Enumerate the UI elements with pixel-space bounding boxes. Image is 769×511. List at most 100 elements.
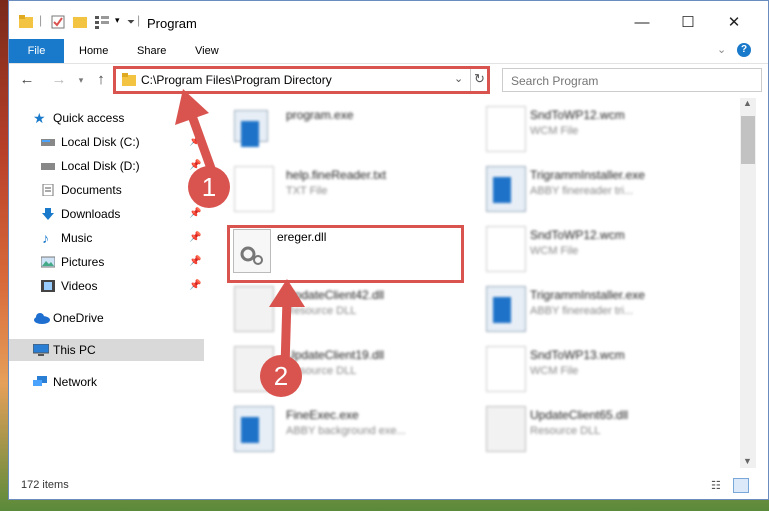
file-type: ABBY finereader tri...: [530, 185, 634, 197]
item-count: 172 items: [21, 479, 69, 491]
nav-item-this-pc[interactable]: This PC: [9, 339, 204, 361]
recent-locations-icon[interactable]: ▾: [71, 70, 91, 90]
forward-button[interactable]: →: [49, 70, 69, 90]
step-badge-1: 1: [188, 166, 230, 208]
nav-label: This PC: [53, 343, 96, 357]
downloads-icon: [42, 208, 54, 220]
nav-item-onedrive[interactable]: OneDrive: [9, 307, 204, 329]
nav-item-network[interactable]: Network: [9, 371, 204, 393]
nav-label: Local Disk (D:): [61, 159, 140, 173]
network-icon: [33, 376, 47, 386]
nav-item-pictures[interactable]: Pictures 📌: [9, 251, 204, 273]
file-type: ABBY background exe...: [286, 425, 406, 437]
maximize-button[interactable]: ☐: [665, 9, 711, 37]
file-item[interactable]: program.exe: [214, 102, 454, 158]
documents-icon: [42, 184, 54, 196]
exe-file-icon: [486, 286, 526, 332]
search-box[interactable]: [502, 68, 762, 92]
file-item[interactable]: FineExec.exe ABBY background exe...: [214, 402, 454, 458]
nav-label: Network: [53, 375, 98, 389]
cloud-icon: [34, 313, 50, 324]
scroll-up-icon[interactable]: ▲: [743, 98, 752, 108]
file-item[interactable]: UpdateClient19.dll Resource DLL: [214, 342, 454, 398]
file-type: TXT File: [286, 185, 328, 197]
wcm-file-icon: [486, 226, 526, 272]
exe-file-icon: [486, 166, 526, 212]
up-button[interactable]: ↑: [91, 70, 111, 90]
minimize-button[interactable]: —: [619, 9, 665, 37]
file-item[interactable]: TrigrammInstaller.exe ABBY finereader tr…: [472, 282, 712, 338]
wcm-file-icon: [486, 106, 526, 152]
help-icon[interactable]: ?: [737, 43, 751, 57]
separator: |: [137, 13, 141, 27]
view-options-icon[interactable]: [95, 15, 111, 29]
scrollbar-thumb[interactable]: [741, 116, 755, 164]
highlight-box-file: [227, 225, 464, 283]
expand-ribbon-icon[interactable]: ⌄: [717, 43, 726, 56]
nav-item-videos[interactable]: Videos 📌: [9, 275, 204, 297]
music-icon: ♪: [42, 230, 49, 246]
file-type: Resource DLL: [530, 425, 601, 437]
nav-label: Documents: [61, 183, 122, 197]
scroll-down-icon[interactable]: ▼: [743, 456, 752, 466]
tab-home[interactable]: Home: [79, 39, 108, 63]
drive-icon: [41, 139, 55, 146]
exe-file-icon: [234, 110, 268, 147]
vertical-scrollbar[interactable]: ▲ ▼: [740, 98, 756, 468]
folder-icon: [19, 15, 33, 28]
file-item[interactable]: TrigrammInstaller.exe ABBY finereader tr…: [472, 162, 712, 218]
file-name: program.exe: [286, 108, 354, 122]
file-item[interactable]: help.fineReader.txt TXT File: [214, 162, 454, 218]
nav-label: Pictures: [61, 255, 105, 269]
window-title: Program: [147, 16, 197, 31]
nav-item-music[interactable]: ♪ Music 📌: [9, 227, 204, 249]
file-type: WCM File: [530, 125, 579, 137]
nav-label: Quick access: [53, 111, 125, 125]
pin-icon[interactable]: 📌: [189, 203, 201, 225]
explorer-window: | ▾ ⏷ | Program — ☐ ✕ File Home Share Vi…: [8, 0, 769, 500]
search-input[interactable]: [509, 70, 753, 92]
tab-share[interactable]: Share: [137, 39, 166, 63]
quick-access-toolbar-dropdown-icon[interactable]: ⏷: [127, 17, 135, 28]
back-button[interactable]: ←: [17, 70, 37, 90]
properties-icon[interactable]: [51, 15, 65, 29]
file-item[interactable]: SndToWP12.wcm WCM File: [472, 102, 712, 158]
title-bar: | ▾ ⏷ | Program — ☐ ✕: [9, 1, 768, 39]
tab-view[interactable]: View: [195, 39, 219, 63]
nav-item-downloads[interactable]: Downloads 📌: [9, 203, 204, 225]
pin-icon[interactable]: 📌: [189, 251, 201, 273]
close-button[interactable]: ✕: [711, 9, 757, 37]
wcm-file-icon: [486, 346, 526, 392]
computer-icon: [33, 344, 49, 356]
step-badge-2: 2: [260, 355, 302, 397]
text-file-icon: [234, 166, 274, 212]
chevron-down-icon[interactable]: ▾: [115, 15, 120, 26]
file-name: FineExec.exe: [286, 408, 359, 422]
file-name: TrigrammInstaller.exe: [530, 288, 645, 302]
file-name: TrigrammInstaller.exe: [530, 168, 645, 182]
nav-label: Downloads: [61, 207, 121, 221]
tab-file[interactable]: File: [9, 39, 64, 63]
navigation-bar: ← → ▾ ↑ C:\Program Files\Program Directo…: [9, 64, 768, 98]
separator: |: [39, 13, 43, 27]
new-folder-icon[interactable]: [73, 15, 87, 29]
nav-label: Videos: [61, 279, 98, 293]
exe-file-icon: [234, 406, 274, 452]
pictures-icon: [41, 256, 55, 268]
ribbon-tabs: File Home Share View ⌄ ?: [9, 39, 768, 64]
file-name: UpdateClient65.dll: [530, 408, 629, 422]
pin-icon[interactable]: 📌: [189, 275, 201, 297]
star-icon: ★: [33, 110, 46, 126]
nav-label: Music: [61, 231, 93, 245]
file-item[interactable]: SndToWP13.wcm WCM File: [472, 342, 712, 398]
nav-label: OneDrive: [53, 311, 104, 325]
details-view-icon[interactable]: ☷: [711, 479, 721, 492]
file-item[interactable]: UpdateClient42.dll Resource DLL: [214, 282, 454, 338]
pin-icon[interactable]: 📌: [189, 227, 201, 249]
file-name: SndToWP12.wcm: [530, 108, 625, 122]
status-bar: 172 items ☷: [9, 475, 768, 499]
nav-label: Local Disk (C:): [61, 135, 140, 149]
file-item[interactable]: UpdateClient65.dll Resource DLL: [472, 402, 712, 458]
large-icons-view-icon[interactable]: [733, 478, 749, 493]
file-item[interactable]: SndToWP12.wcm WCM File: [472, 222, 712, 278]
